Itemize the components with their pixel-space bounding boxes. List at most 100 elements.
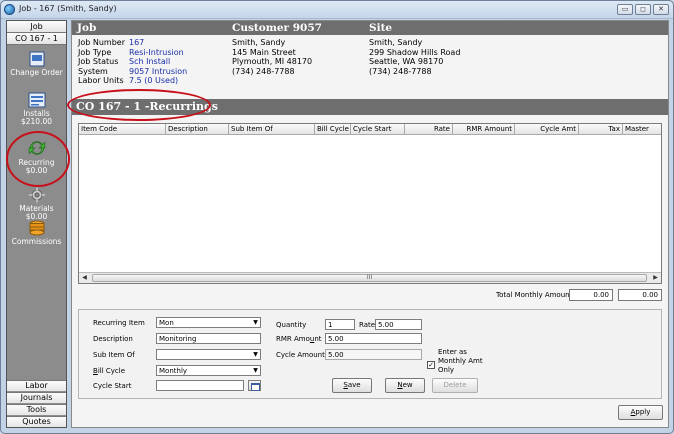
col-cycle-start[interactable]: Cycle Start [351, 124, 405, 135]
col-description[interactable]: Description [166, 124, 229, 135]
apply-button[interactable]: Apply [618, 405, 663, 420]
col-tax[interactable]: Tax [579, 124, 623, 135]
bill-cycle-value: Monthly [159, 367, 188, 375]
site-header-title: Site [369, 22, 393, 34]
col-cycle-amt[interactable]: Cycle Amt [515, 124, 579, 135]
site-name: Smith, Sandy [369, 38, 423, 47]
site-address: 299 Shadow Hills Road [369, 47, 461, 57]
chevron-down-icon[interactable]: ▼ [251, 350, 260, 359]
job-status-label: Job Status [78, 57, 119, 66]
rmr-amount-input[interactable]: 5.00 [325, 333, 422, 344]
job-status-value[interactable]: Sch Install [129, 57, 187, 67]
materials-icon [28, 187, 45, 203]
rmr-amount-label-pre: RMR Amo [276, 335, 310, 343]
save-button[interactable]: Save [332, 378, 372, 393]
recurring-item-select[interactable]: Mon ▼ [156, 317, 261, 328]
nav-item-amount: $0.00 [25, 166, 48, 175]
nav-item-materials[interactable]: Materials $0.00 [7, 187, 66, 221]
nav-labor-button[interactable]: Labor [7, 380, 66, 391]
labor-units-value[interactable]: 7.5 (0 Used) [129, 76, 187, 86]
main-panel: Job Customer 9057 Site Job Number Job Ty… [71, 20, 669, 428]
recurrings-grid[interactable]: Item Code Description Sub Item Of Bill C… [78, 123, 662, 284]
site-city: Seattle, WA 98170 [369, 57, 444, 66]
labor-units-label: Labor Units [78, 76, 124, 85]
system-value[interactable]: 9057 Intrusion [129, 67, 187, 77]
sub-item-of-label: Sub Item Of [93, 351, 135, 359]
quantity-input[interactable]: 1 [325, 319, 355, 330]
calendar-icon[interactable] [248, 380, 261, 391]
description-input[interactable]: Monitoring [156, 333, 261, 344]
enter-monthly-amt-checkbox[interactable]: ✓ [427, 361, 435, 369]
new-button[interactable]: New [385, 378, 425, 393]
installs-icon [28, 92, 45, 108]
nav-quotes-button[interactable]: Quotes [7, 416, 66, 427]
grid-horizontal-scrollbar[interactable]: ◀ III ▶ [79, 272, 661, 283]
nav-item-installs[interactable]: Installs $210.00 [7, 92, 66, 126]
total-monthly-amount-label: Total Monthly Amount [496, 291, 573, 299]
nav-item-label: Change Order [10, 68, 63, 77]
chevron-down-icon[interactable]: ▼ [251, 318, 260, 327]
customer-name: Smith, Sandy [232, 38, 286, 47]
app-window: Job - 167 (Smith, Sandy) ▭ ◻ ✕ Job CO 16… [0, 0, 674, 434]
nav-change-order-tab[interactable]: CO 167 - 1 [7, 33, 66, 45]
commissions-icon [29, 220, 44, 236]
section-title: CO 167 - 1 -Recurrings [72, 99, 668, 115]
save-label: ave [347, 381, 361, 389]
nav-tools-button[interactable]: Tools [7, 404, 66, 415]
col-rmr-amount[interactable]: RMR Amount [453, 124, 515, 135]
cycle-start-label: Cycle Start [93, 382, 132, 390]
cycle-amount-value: 5.00 [325, 349, 422, 360]
cycle-amount-label: Cycle Amount [276, 351, 325, 359]
job-number-label: Job Number [78, 38, 126, 47]
nav-journals-button[interactable]: Journals [7, 392, 66, 403]
recurring-icon [28, 141, 45, 155]
scroll-grip: III [366, 274, 373, 281]
scroll-thumb[interactable]: III [92, 274, 647, 282]
window-title: Job - 167 (Smith, Sandy) [19, 4, 117, 13]
cycle-start-input[interactable] [156, 380, 244, 391]
job-type-value[interactable]: Resi-Intrusion [129, 48, 187, 58]
nav-item-recurring[interactable]: Recurring $0.00 [7, 139, 66, 175]
description-label: Description [93, 335, 133, 343]
bill-cycle-select[interactable]: Monthly ▼ [156, 365, 261, 376]
recurring-item-value: Mon [159, 319, 174, 327]
col-master[interactable]: Master [623, 124, 661, 135]
recurring-item-label: Recurring Item [93, 319, 145, 327]
nav-job-button[interactable]: Job [7, 21, 66, 33]
col-sub-item-of[interactable]: Sub Item Of [229, 124, 315, 135]
minimize-button[interactable]: ▭ [617, 4, 633, 15]
system-label: System [78, 66, 108, 76]
chevron-down-icon[interactable]: ▼ [251, 366, 260, 375]
bill-cycle-label-text: ill Cycle [97, 367, 126, 375]
delete-button: Delete [432, 378, 478, 393]
new-label: ew [402, 381, 413, 389]
restore-button[interactable]: ◻ [635, 4, 651, 15]
nav-item-change-order[interactable]: Change Order [7, 51, 66, 77]
change-order-icon [29, 51, 44, 67]
rate-input[interactable]: 5.00 [375, 319, 422, 330]
app-globe-icon [4, 4, 15, 15]
recurring-edit-panel: Recurring Item Mon ▼ Description Monitor… [78, 309, 662, 399]
grid-header: Item Code Description Sub Item Of Bill C… [79, 124, 661, 135]
col-rate[interactable]: Rate [405, 124, 453, 135]
customer-header-title: Customer 9057 [232, 22, 322, 34]
total-monthly-amount-value: 0.00 [569, 289, 613, 301]
job-header-bar: Job Customer 9057 Site [72, 21, 668, 35]
rmr-amount-label: RMR Amount [276, 334, 322, 344]
col-bill-cycle[interactable]: Bill Cycle [315, 124, 351, 135]
scroll-left-arrow-icon[interactable]: ◀ [79, 273, 90, 283]
scroll-right-arrow-icon[interactable]: ▶ [650, 273, 661, 283]
customer-info: Smith, Sandy 145 Main Street Plymouth, M… [232, 38, 312, 76]
window-controls: ▭ ◻ ✕ [617, 4, 669, 15]
apply-label: pply [635, 408, 651, 416]
nav-item-label: Commissions [11, 237, 62, 246]
bill-cycle-label: Bill Cycle [93, 366, 125, 376]
customer-phone: (734) 248-7788 [232, 66, 295, 76]
job-header-title: Job [77, 22, 97, 34]
enter-monthly-amt-label: Enter as Monthly Amt Only [438, 348, 483, 374]
close-button[interactable]: ✕ [653, 4, 669, 15]
job-number-value[interactable]: 167 [129, 38, 187, 48]
col-item-code[interactable]: Item Code [79, 124, 166, 135]
sub-item-of-select[interactable]: ▼ [156, 349, 261, 360]
nav-item-commissions[interactable]: Commissions [7, 220, 66, 246]
